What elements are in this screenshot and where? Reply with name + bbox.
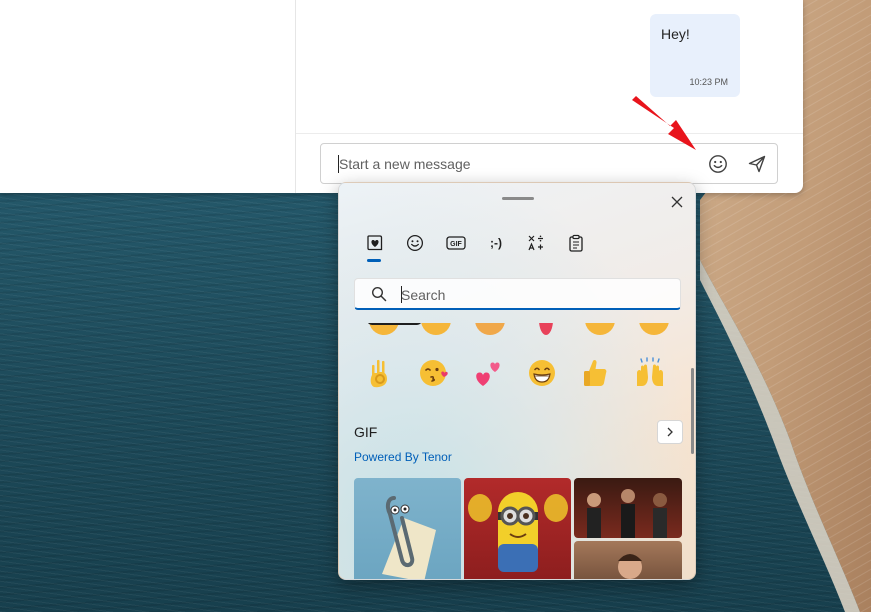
gif-icon: GIF xyxy=(446,236,466,250)
paperclip-assistant-icon xyxy=(382,496,436,579)
emoji-button[interactable] xyxy=(706,152,730,176)
emoji-partial[interactable] xyxy=(475,323,505,335)
minion-character-icon xyxy=(468,492,568,572)
emoji-search-input[interactable] xyxy=(399,279,673,311)
emoji-search-box xyxy=(354,278,681,311)
gif-grid xyxy=(354,478,684,579)
composer-divider xyxy=(296,133,803,134)
send-icon xyxy=(748,155,766,173)
tab-symbols[interactable] xyxy=(522,229,550,257)
smiley-icon xyxy=(406,234,424,252)
emoji-row xyxy=(353,353,683,393)
emoji-thumbs-up[interactable] xyxy=(569,353,623,393)
two-hearts-icon xyxy=(476,362,500,386)
tab-favorites[interactable] xyxy=(361,229,389,257)
gif-section-title: GIF xyxy=(354,424,378,440)
tab-gif[interactable]: GIF xyxy=(442,229,470,257)
emoji-ok-hand[interactable] xyxy=(353,353,407,393)
message-composer xyxy=(320,143,778,184)
tab-emoji[interactable] xyxy=(401,229,429,257)
message-bubble[interactable]: Hey! 10:23 PM xyxy=(650,14,740,97)
emoji-partial[interactable] xyxy=(585,323,615,335)
kissing-heart-face-icon xyxy=(420,360,448,386)
kaomoji-icon: ;-) xyxy=(490,236,502,250)
emoji-raising-hands[interactable] xyxy=(623,353,677,393)
emoji-panel: GIF ;-) Search GIF Powered By Tenor xyxy=(338,182,696,580)
raising-hands-icon xyxy=(637,357,663,386)
gif-icon-label: GIF xyxy=(450,241,462,248)
gif-thumbnail-minions[interactable] xyxy=(464,478,571,579)
emoji-two-hearts[interactable] xyxy=(461,353,515,393)
gif-thumbnail-clippy[interactable] xyxy=(354,478,461,579)
selected-emoji-frame xyxy=(367,323,422,325)
emoji-kissing-face[interactable] xyxy=(407,353,461,393)
thumbs-up-icon xyxy=(584,359,607,386)
emoji-partial[interactable] xyxy=(639,323,669,335)
symbols-icon xyxy=(528,235,543,251)
ok-hand-icon xyxy=(370,359,387,388)
tab-clipboard[interactable] xyxy=(562,229,590,257)
gif-thumbnail-applause[interactable] xyxy=(574,478,682,538)
celebrating-person-icon xyxy=(618,554,642,579)
message-text: Hey! xyxy=(661,26,690,42)
smiley-icon xyxy=(709,155,727,173)
selected-tab-indicator xyxy=(367,259,381,262)
grinning-face-icon xyxy=(529,360,555,386)
emoji-partial[interactable] xyxy=(539,323,553,335)
close-button[interactable] xyxy=(666,191,688,213)
tab-kaomoji[interactable]: ;-) xyxy=(482,229,510,257)
chat-window: Hey! 10:23 PM xyxy=(0,0,803,193)
red-arrow-annotation xyxy=(632,96,696,150)
audience-scene-icon xyxy=(587,489,667,538)
scrollbar[interactable] xyxy=(691,368,694,454)
emoji-grinning-face[interactable] xyxy=(515,353,569,393)
search-icon xyxy=(371,286,387,302)
clipboard-icon xyxy=(569,234,583,252)
emoji-scroll-area: GIF Powered By Tenor xyxy=(339,323,689,579)
chevron-right-icon xyxy=(667,427,673,437)
text-caret xyxy=(338,155,339,173)
gif-see-more-button[interactable] xyxy=(657,420,683,444)
emoji-partial[interactable] xyxy=(421,323,451,335)
message-timestamp: 10:23 PM xyxy=(689,77,728,87)
heart-favorites-icon xyxy=(367,235,383,251)
drag-handle[interactable] xyxy=(502,197,534,200)
tenor-link[interactable]: Powered By Tenor xyxy=(354,450,452,464)
emoji-row-partial xyxy=(353,323,683,335)
send-button[interactable] xyxy=(745,152,769,176)
text-caret xyxy=(401,286,402,303)
gif-thumbnail-celebration[interactable] xyxy=(574,541,682,579)
close-icon xyxy=(671,196,683,208)
conversation-list-pane xyxy=(0,0,296,193)
